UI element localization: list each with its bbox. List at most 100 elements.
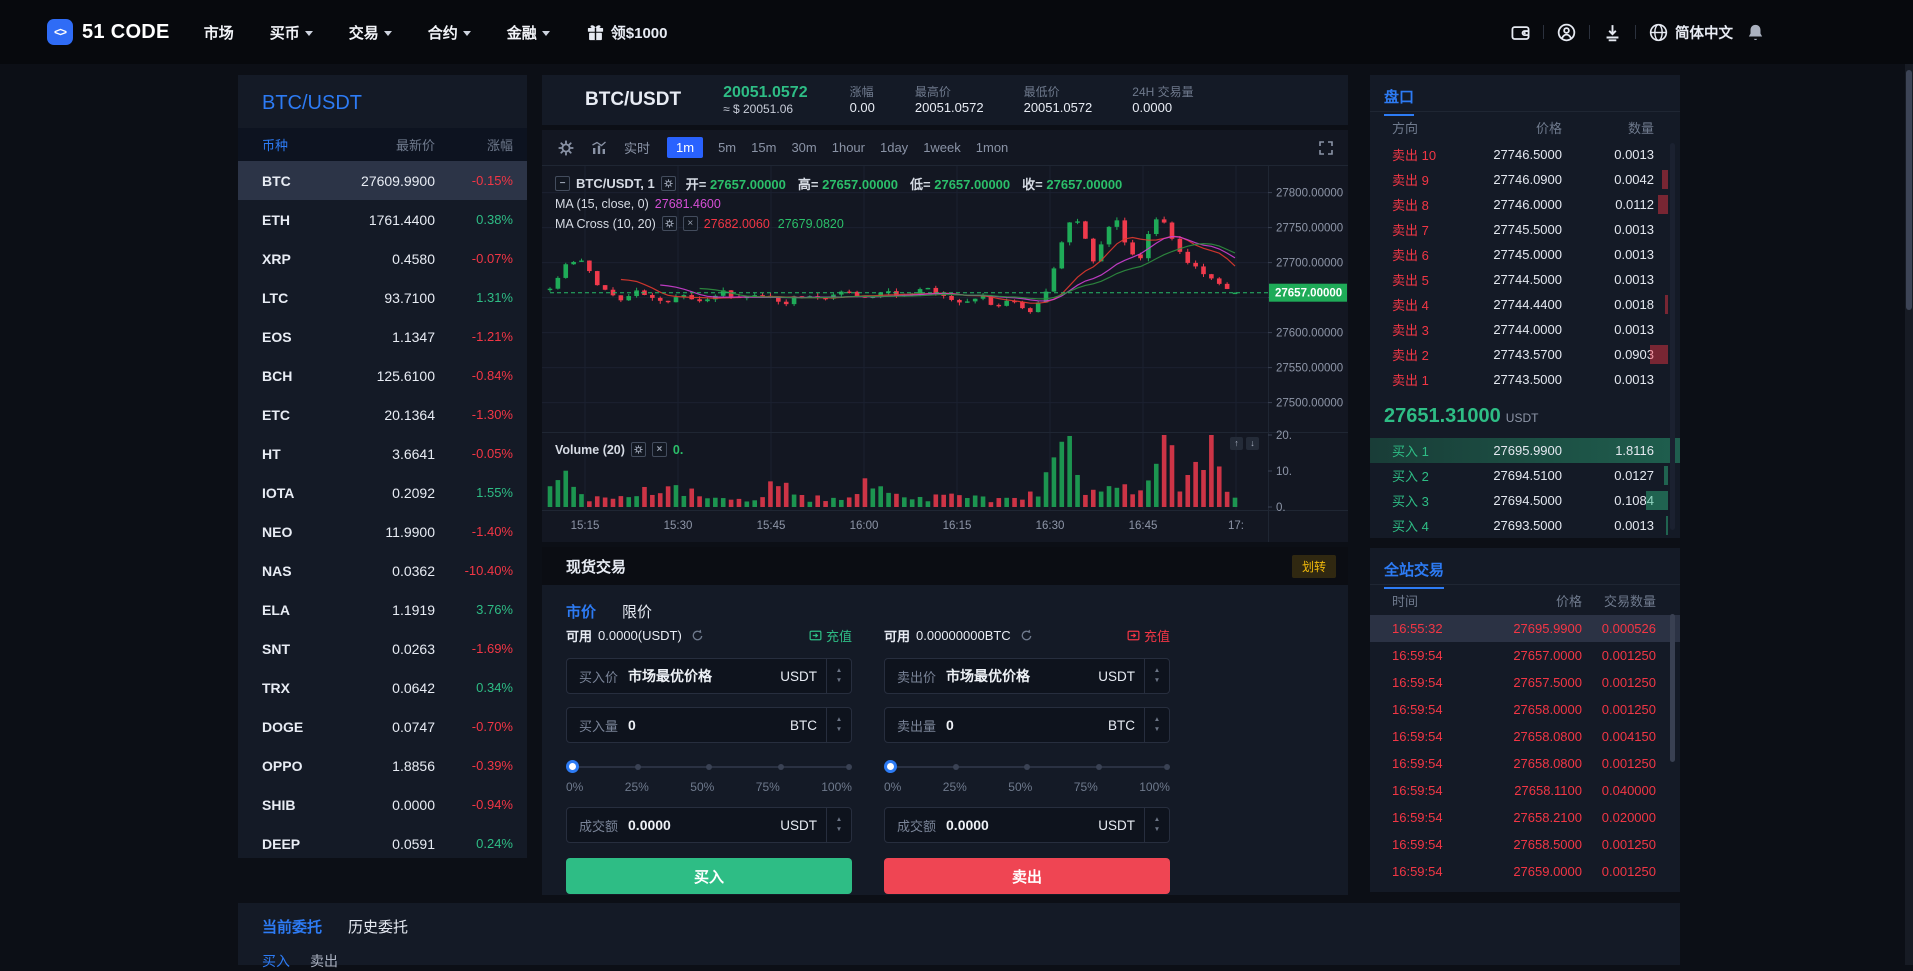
percent-label-75%[interactable]: 75% — [1074, 780, 1098, 794]
percent-label-0%[interactable]: 0% — [884, 780, 901, 794]
buy-total-stepper[interactable]: ▲ ▼ — [826, 808, 851, 842]
fullscreen-icon[interactable] — [1318, 140, 1334, 156]
wallet-icon[interactable] — [1511, 23, 1530, 42]
sell-slider-handle[interactable] — [884, 760, 897, 773]
nav-item-交易[interactable]: 交易 — [349, 22, 392, 43]
market-row-DOGE[interactable]: DOGE 0.0747 -0.70% — [238, 707, 527, 746]
market-row-EOS[interactable]: EOS 1.1347 -1.21% — [238, 317, 527, 356]
market-row-XRP[interactable]: XRP 0.4580 -0.07% — [238, 239, 527, 278]
sell-button[interactable]: 卖出 — [884, 858, 1170, 894]
ask-row-1[interactable]: 卖出 10 27746.5000 0.0013 — [1370, 142, 1680, 167]
refresh-icon[interactable] — [691, 629, 704, 642]
ask-row-8[interactable]: 卖出 3 27744.0000 0.0013 — [1370, 317, 1680, 342]
order-book-scrollbar[interactable] — [1670, 143, 1675, 530]
bell-icon[interactable] — [1746, 23, 1765, 42]
promo-button[interactable]: 领$1000 — [586, 22, 667, 43]
buy-qty-stepper[interactable]: ▲ ▼ — [826, 708, 851, 742]
collapse-icon[interactable]: − — [555, 176, 570, 191]
legend-gear-icon[interactable] — [660, 176, 676, 191]
tab-market-price[interactable]: 市价 — [566, 601, 596, 622]
market-row-SNT[interactable]: SNT 0.0263 -1.69% — [238, 629, 527, 668]
interval-1day[interactable]: 1day — [880, 140, 908, 155]
pane-down-icon[interactable]: ↓ — [1246, 437, 1259, 450]
percent-label-50%[interactable]: 50% — [690, 780, 714, 794]
market-row-ETC[interactable]: ETC 20.1364 -1.30% — [238, 395, 527, 434]
ask-row-7[interactable]: 卖出 4 27744.4400 0.0018 — [1370, 292, 1680, 317]
ask-row-3[interactable]: 卖出 8 27746.0000 0.0112 — [1370, 192, 1680, 217]
percent-label-50%[interactable]: 50% — [1008, 780, 1032, 794]
ask-row-5[interactable]: 卖出 6 27745.0000 0.0013 — [1370, 242, 1680, 267]
order-book-title[interactable]: 盘口 — [1384, 86, 1415, 116]
market-row-HT[interactable]: HT 3.6641 -0.05% — [238, 434, 527, 473]
ask-row-2[interactable]: 卖出 9 27746.0900 0.0042 — [1370, 167, 1680, 192]
ask-row-6[interactable]: 卖出 5 27744.5000 0.0013 — [1370, 267, 1680, 292]
market-row-BTC[interactable]: BTC 27609.9900 -0.15% — [238, 161, 527, 200]
market-row-ELA[interactable]: ELA 1.1919 3.76% — [238, 590, 527, 629]
buy-price-input[interactable] — [628, 668, 772, 684]
nav-item-市场[interactable]: 市场 — [204, 22, 234, 43]
buy-price-stepper[interactable]: ▲ ▼ — [826, 659, 851, 693]
buy-qty-input[interactable] — [628, 717, 781, 733]
market-row-BCH[interactable]: BCH 125.6100 -0.84% — [238, 356, 527, 395]
market-row-OPPO[interactable]: OPPO 1.8856 -0.39% — [238, 746, 527, 785]
volume-gear-icon[interactable] — [630, 442, 646, 457]
chart-settings-gear-icon[interactable] — [558, 140, 574, 156]
nav-item-合约[interactable]: 合约 — [428, 22, 471, 43]
market-row-NEO[interactable]: NEO 11.9900 -1.40% — [238, 512, 527, 551]
market-row-IOTA[interactable]: IOTA 0.2092 1.55% — [238, 473, 527, 512]
sell-qty-input[interactable] — [946, 717, 1099, 733]
tab-limit-price[interactable]: 限价 — [622, 601, 652, 622]
tab-current-orders[interactable]: 当前委托 — [262, 916, 322, 937]
bid-row-1[interactable]: 买入 1 27695.9900 1.8116 — [1370, 438, 1680, 463]
percent-label-100%[interactable]: 100% — [1139, 780, 1170, 794]
logo[interactable]: <> 51 CODE — [47, 19, 170, 45]
ma-cross-close-icon[interactable]: × — [682, 216, 698, 231]
market-row-LTC[interactable]: LTC 93.7100 1.31% — [238, 278, 527, 317]
percent-label-75%[interactable]: 75% — [756, 780, 780, 794]
sell-total-input[interactable] — [946, 817, 1090, 833]
volume-close-icon[interactable]: × — [651, 442, 667, 457]
percent-label-100%[interactable]: 100% — [821, 780, 852, 794]
interval-15m[interactable]: 15m — [751, 140, 776, 155]
ask-row-10[interactable]: 卖出 1 27743.5000 0.0013 — [1370, 367, 1680, 392]
indicator-icon[interactable] — [591, 140, 607, 156]
interval-1m[interactable]: 1m — [667, 137, 704, 158]
buy-total-input[interactable] — [628, 817, 772, 833]
transfer-button[interactable]: 划转 — [1291, 554, 1336, 578]
nav-item-金融[interactable]: 金融 — [507, 22, 550, 43]
bid-row-2[interactable]: 买入 2 27694.5100 0.0127 — [1370, 463, 1680, 488]
page-scrollbar[interactable] — [1905, 0, 1913, 965]
bid-row-4[interactable]: 买入 4 27693.5000 0.0013 — [1370, 513, 1680, 538]
sell-qty-stepper[interactable]: ▲ ▼ — [1144, 708, 1169, 742]
sell-price-stepper[interactable]: ▲ ▼ — [1144, 659, 1169, 693]
interval-5m[interactable]: 5m — [718, 140, 736, 155]
market-row-ETH[interactable]: ETH 1761.4400 0.38% — [238, 200, 527, 239]
sell-percent-slider[interactable] — [884, 760, 1170, 773]
trades-scrollbar[interactable] — [1670, 614, 1675, 762]
nav-item-买币[interactable]: 买币 — [270, 22, 313, 43]
sell-recharge-link[interactable]: 充值 — [1127, 626, 1170, 645]
col-coin[interactable]: 币种 — [262, 135, 328, 154]
percent-label-25%[interactable]: 25% — [943, 780, 967, 794]
buy-recharge-link[interactable]: 充值 — [809, 626, 852, 645]
buy-percent-slider[interactable] — [566, 760, 852, 773]
language-switcher[interactable]: 简体中文 — [1649, 22, 1733, 43]
market-row-TRX[interactable]: TRX 0.0642 0.34% — [238, 668, 527, 707]
page-scrollbar-thumb[interactable] — [1906, 70, 1912, 310]
subtab-buy[interactable]: 买入 — [262, 951, 290, 971]
ask-row-4[interactable]: 卖出 7 27745.5000 0.0013 — [1370, 217, 1680, 242]
buy-button[interactable]: 买入 — [566, 858, 852, 894]
ask-row-9[interactable]: 卖出 2 27743.5700 0.0903 — [1370, 342, 1680, 367]
market-row-SHIB[interactable]: SHIB 0.0000 -0.94% — [238, 785, 527, 824]
download-icon[interactable] — [1603, 23, 1622, 42]
interval-1week[interactable]: 1week — [923, 140, 961, 155]
tab-history-orders[interactable]: 历史委托 — [348, 916, 408, 937]
trades-title[interactable]: 全站交易 — [1384, 559, 1445, 589]
bid-row-3[interactable]: 买入 3 27694.5000 0.1084 — [1370, 488, 1680, 513]
market-row-NAS[interactable]: NAS 0.0362 -10.40% — [238, 551, 527, 590]
buy-slider-handle[interactable] — [566, 760, 579, 773]
realtime-tab[interactable]: 实时 — [624, 138, 650, 157]
percent-label-25%[interactable]: 25% — [625, 780, 649, 794]
market-row-DEEP[interactable]: DEEP 0.0591 0.24% — [238, 824, 527, 858]
refresh-icon[interactable] — [1020, 629, 1033, 642]
